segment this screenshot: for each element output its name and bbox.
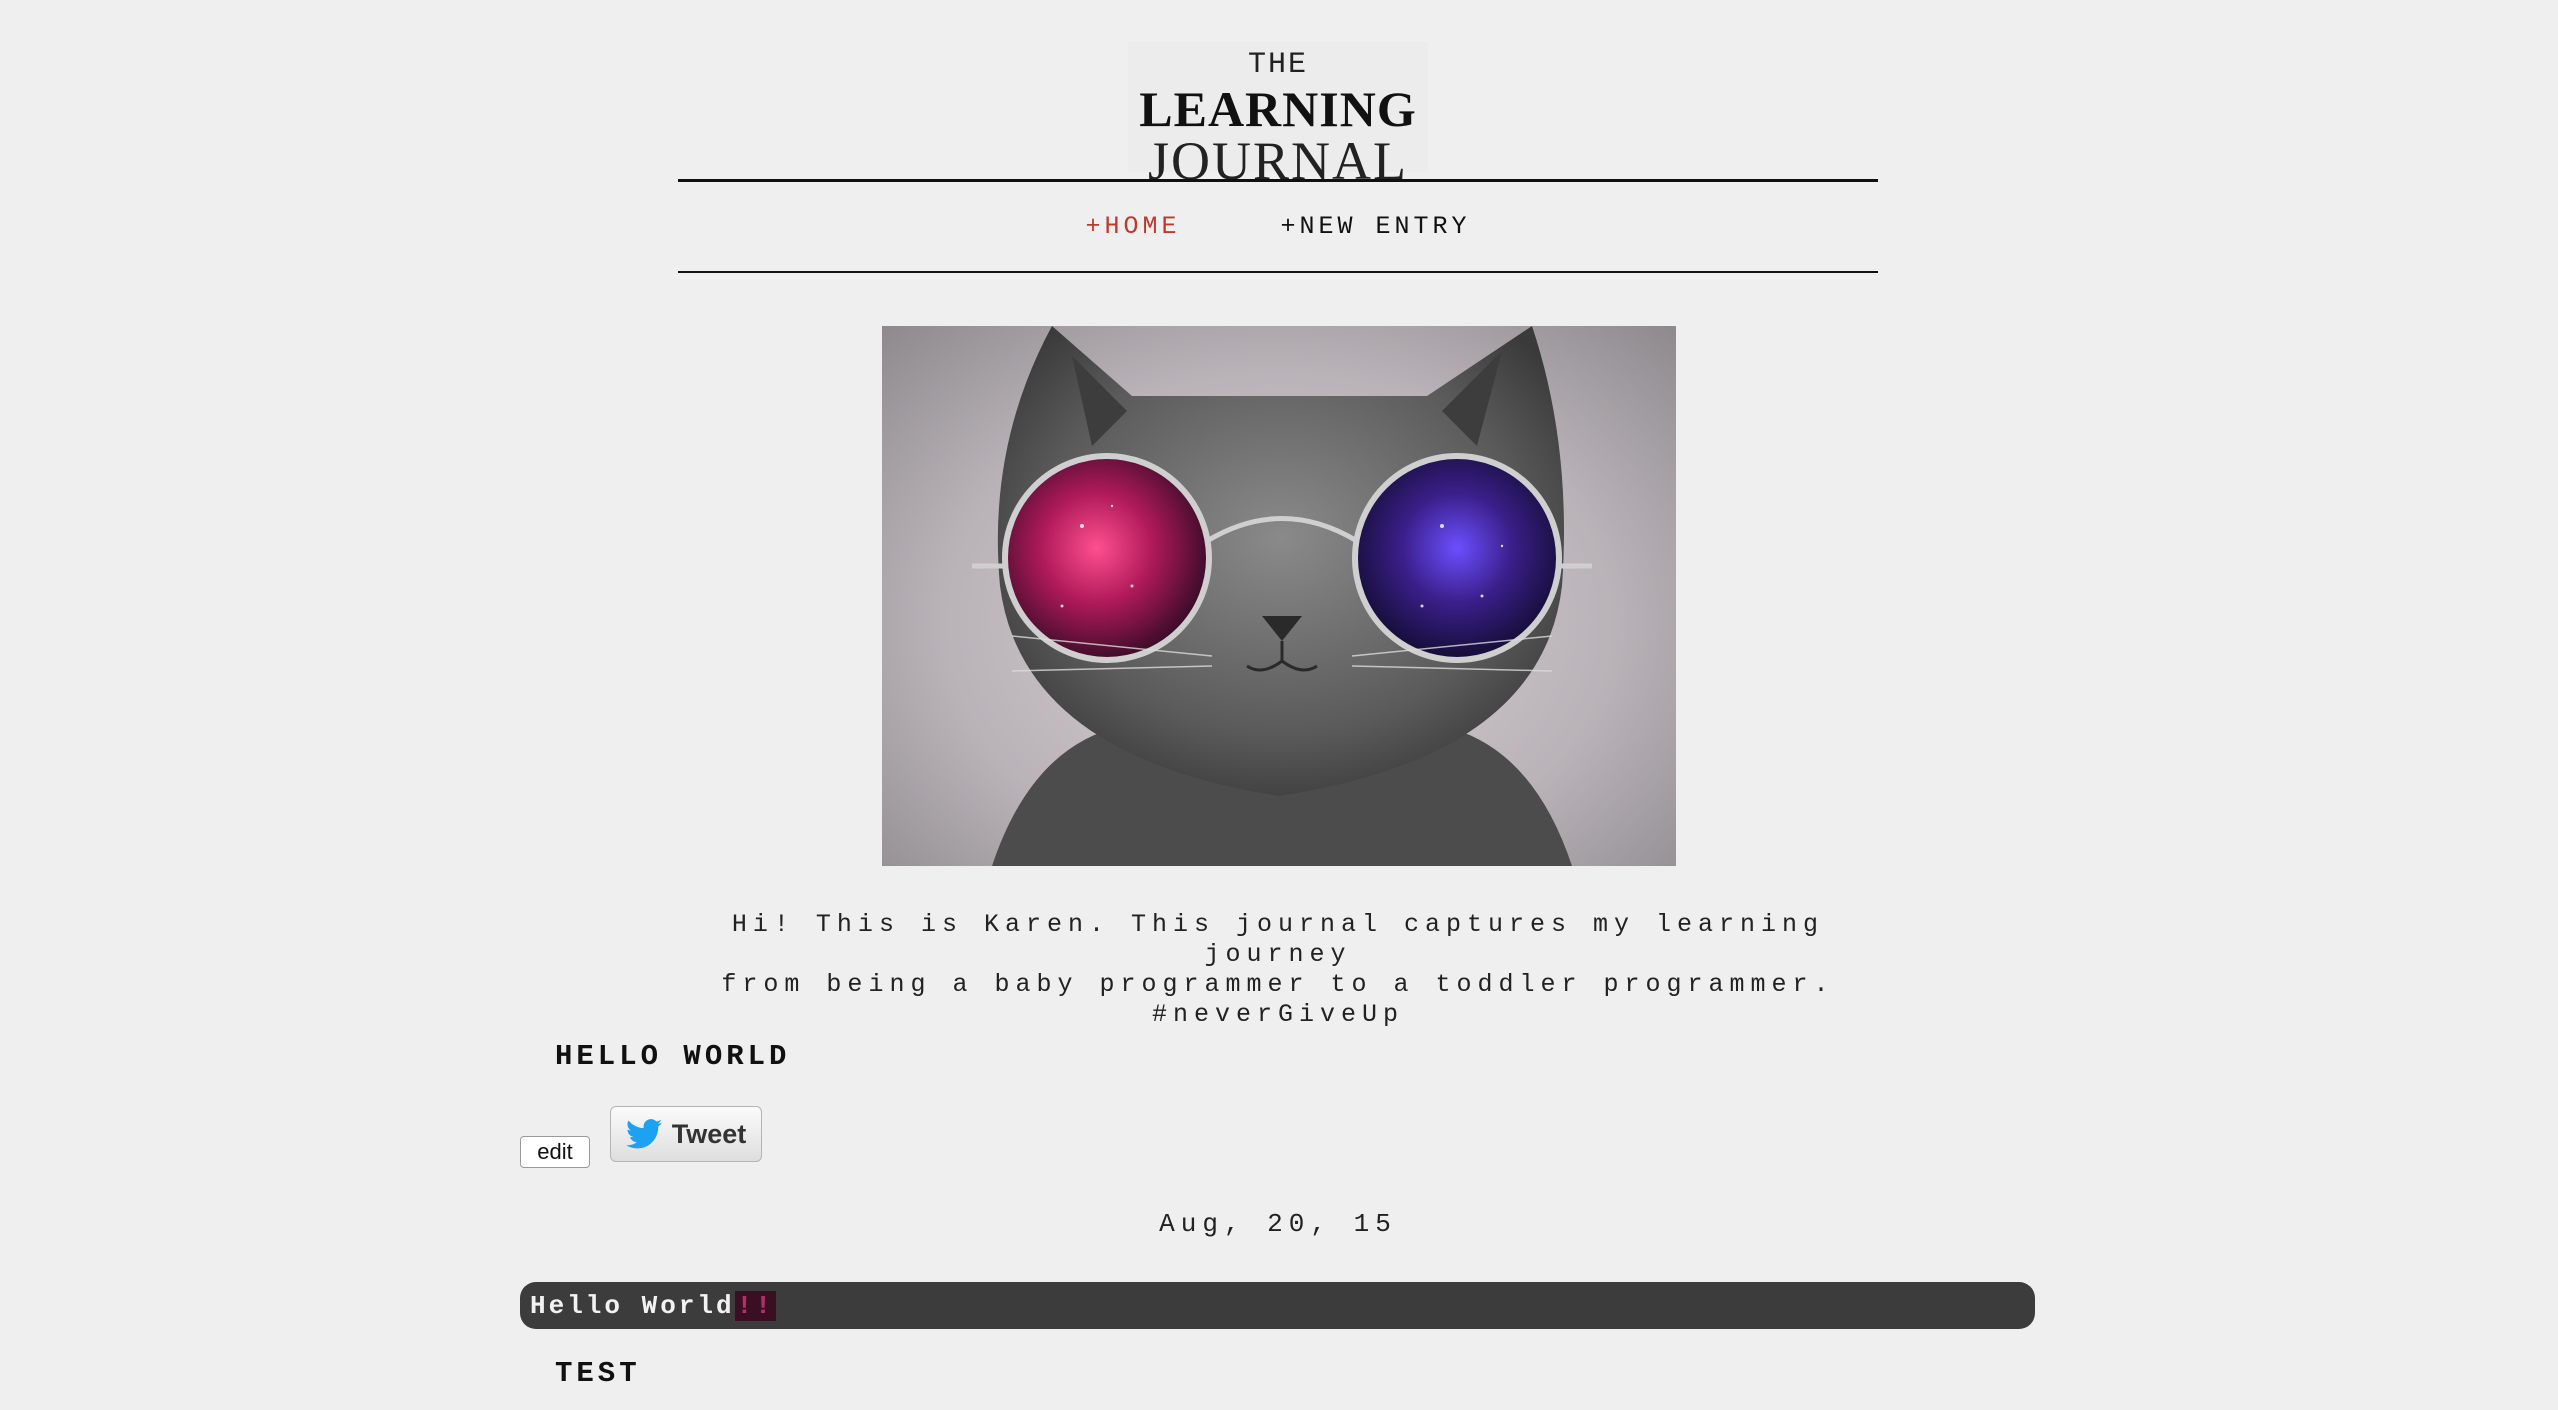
main-nav: +HOME +NEW ENTRY: [678, 179, 1878, 273]
entry-date: Aug, 20, 15: [1159, 1209, 1397, 1239]
intro-line-3: #neverGiveUp: [1151, 1000, 1405, 1029]
entry-content-block: Hello World!!: [520, 1282, 2035, 1329]
entry-title-test[interactable]: TEST: [555, 1357, 641, 1390]
logo-the: THE: [1247, 48, 1308, 82]
site-logo[interactable]: THE LEARNING JOURNAL: [1128, 42, 1428, 188]
intro-line-1: Hi! This is Karen. This journal captures…: [731, 910, 1825, 969]
intro-line-2: from being a baby programmer to a toddle…: [721, 970, 1835, 999]
twitter-bird-icon: [625, 1119, 662, 1149]
entry-content-highlight: !!: [734, 1290, 776, 1321]
entry-title-hello-world[interactable]: HELLO WORLD: [555, 1040, 790, 1073]
nav-home-link[interactable]: +HOME: [1085, 212, 1180, 241]
nav-new-entry-link[interactable]: +NEW ENTRY: [1280, 212, 1470, 241]
intro-text: Hi! This is Karen. This journal captures…: [678, 910, 1878, 1030]
hero-cat-image: [882, 326, 1676, 866]
tweet-label: Tweet: [671, 1118, 747, 1149]
cat-with-galaxy-sunglasses-icon: [972, 326, 1592, 866]
tweet-button[interactable]: Tweet: [610, 1106, 762, 1162]
page: THE LEARNING JOURNAL +HOME +NEW ENTRY Hi…: [0, 0, 2558, 1410]
edit-button[interactable]: edit: [520, 1136, 590, 1168]
logo-learning: LEARNING: [1139, 81, 1417, 137]
entry-content-text: Hello World: [530, 1290, 735, 1321]
